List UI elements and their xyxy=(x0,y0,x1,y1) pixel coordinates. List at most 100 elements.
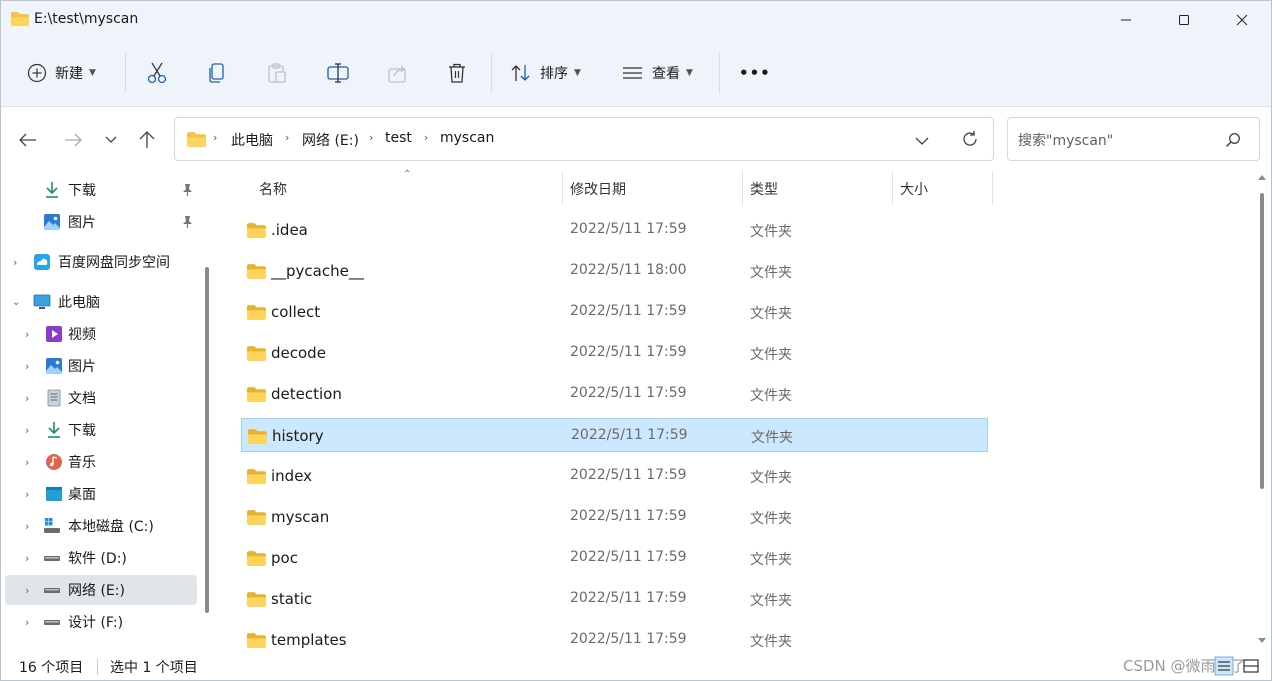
recent-locations-button[interactable] xyxy=(96,125,126,155)
file-row[interactable]: poc 2022/5/11 17:59 文件夹 xyxy=(241,541,988,575)
folder-icon xyxy=(247,223,266,238)
delete-button[interactable] xyxy=(447,55,467,91)
breadcrumb-this-pc[interactable]: 此电脑 xyxy=(231,130,273,150)
chevron-right-icon: › xyxy=(424,131,429,144)
up-button[interactable] xyxy=(132,125,162,155)
chevron-right-icon[interactable]: › xyxy=(25,552,29,565)
column-divider[interactable] xyxy=(562,171,563,205)
sidebar-item-downloads[interactable]: › 下载 xyxy=(5,415,197,445)
sidebar-item-drive-d[interactable]: › 软件 (D:) xyxy=(5,543,197,573)
file-row[interactable]: templates 2022/5/11 17:59 文件夹 xyxy=(241,623,988,657)
copy-button[interactable] xyxy=(207,55,227,91)
sidebar-item-pictures[interactable]: › 图片 xyxy=(5,351,197,381)
scroll-down-icon[interactable] xyxy=(1257,637,1267,645)
sidebar-scrollbar[interactable] xyxy=(205,267,209,613)
file-date: 2022/5/11 17:59 xyxy=(570,590,687,606)
music-icon xyxy=(46,454,62,470)
file-row[interactable]: detection 2022/5/11 17:59 文件夹 xyxy=(241,377,988,411)
breadcrumb-test[interactable]: test xyxy=(385,130,412,146)
file-row[interactable]: history 2022/5/11 17:59 文件夹 xyxy=(241,418,988,452)
sidebar-item-music[interactable]: › 音乐 xyxy=(5,447,197,477)
sidebar-item-label: 网络 (E:) xyxy=(68,583,125,599)
column-header-size[interactable]: 大小 xyxy=(900,179,928,213)
navigation-bar: › 此电脑 › 网络 (E:) › test › myscan 搜索"mysca… xyxy=(1,107,1271,171)
file-type: 文件夹 xyxy=(750,306,792,322)
address-history-dropdown[interactable] xyxy=(915,134,929,150)
details-view-icon[interactable] xyxy=(1214,656,1234,676)
search-input[interactable]: 搜索"myscan" xyxy=(1007,117,1260,161)
chevron-right-icon[interactable]: › xyxy=(25,616,29,629)
chevron-right-icon[interactable]: › xyxy=(13,256,17,269)
folder-icon xyxy=(247,387,266,402)
column-divider[interactable] xyxy=(992,171,993,205)
file-row[interactable]: .idea 2022/5/11 17:59 文件夹 xyxy=(241,213,988,247)
sidebar-item-baidu-sync[interactable]: › 百度网盘同步空间 xyxy=(5,247,197,277)
file-row[interactable]: __pycache__ 2022/5/11 18:00 文件夹 xyxy=(241,254,988,288)
breadcrumb-drive-e[interactable]: 网络 (E:) xyxy=(302,130,359,150)
file-name: detection xyxy=(271,385,342,403)
cut-button[interactable] xyxy=(147,55,167,91)
sidebar-item-drive-e[interactable]: › 网络 (E:) xyxy=(5,575,197,605)
refresh-icon xyxy=(963,131,977,146)
column-header-date[interactable]: 修改日期 xyxy=(570,179,626,213)
file-type: 文件夹 xyxy=(750,552,792,568)
maximize-button[interactable] xyxy=(1155,1,1213,39)
file-name: index xyxy=(271,467,313,485)
address-bar[interactable]: › 此电脑 › 网络 (E:) › test › myscan xyxy=(174,117,994,161)
scroll-up-icon[interactable] xyxy=(1257,173,1267,181)
folder-icon xyxy=(247,469,266,484)
new-button[interactable]: 新建 ▼ xyxy=(27,55,96,91)
paste-button[interactable] xyxy=(267,55,287,91)
file-row[interactable]: decode 2022/5/11 17:59 文件夹 xyxy=(241,336,988,370)
column-header-type[interactable]: 类型 xyxy=(750,179,778,213)
back-button[interactable] xyxy=(13,125,43,155)
sort-button[interactable]: 排序 ▼ xyxy=(510,55,581,91)
chevron-right-icon[interactable]: › xyxy=(25,488,29,501)
share-button[interactable] xyxy=(387,55,409,91)
file-name: history xyxy=(272,427,324,445)
rename-button[interactable] xyxy=(327,55,349,91)
sidebar-item-label: 图片 xyxy=(68,215,96,231)
more-options-button[interactable]: ••• xyxy=(739,55,771,91)
close-button[interactable] xyxy=(1213,1,1271,39)
sidebar-item-downloads-pinned[interactable]: 下载 xyxy=(5,175,197,205)
sidebar-item-label: 软件 (D:) xyxy=(68,551,127,567)
sort-ascending-icon: ⌃ xyxy=(403,169,412,180)
chevron-right-icon[interactable]: › xyxy=(25,392,29,405)
breadcrumb-myscan[interactable]: myscan xyxy=(440,130,494,146)
column-divider[interactable] xyxy=(892,171,893,205)
file-row[interactable]: index 2022/5/11 17:59 文件夹 xyxy=(241,459,988,493)
sidebar-item-this-pc[interactable]: ⌄ 此电脑 xyxy=(5,287,197,317)
refresh-button[interactable] xyxy=(961,130,979,152)
sidebar-item-pictures-pinned[interactable]: 图片 xyxy=(5,207,197,237)
file-row[interactable]: static 2022/5/11 17:59 文件夹 xyxy=(241,582,988,616)
folder-icon xyxy=(247,510,266,525)
drive-icon xyxy=(44,556,60,561)
file-row[interactable]: myscan 2022/5/11 17:59 文件夹 xyxy=(241,500,988,534)
view-button[interactable]: 查看 ▼ xyxy=(622,55,693,91)
column-divider[interactable] xyxy=(742,171,743,205)
sidebar-item-drive-c[interactable]: › 本地磁盘 (C:) xyxy=(5,511,197,541)
chevron-right-icon[interactable]: › xyxy=(25,520,29,533)
chevron-right-icon[interactable]: › xyxy=(25,424,29,437)
chevron-right-icon[interactable]: › xyxy=(25,328,29,341)
sidebar-item-videos[interactable]: › 视频 xyxy=(5,319,197,349)
forward-button[interactable] xyxy=(58,125,88,155)
sidebar-item-documents[interactable]: › 文档 xyxy=(5,383,197,413)
file-name: .idea xyxy=(271,221,308,239)
sidebar-item-drive-f[interactable]: › 设计 (F:) xyxy=(5,607,197,637)
chevron-down-icon[interactable]: ⌄ xyxy=(12,297,20,308)
tiles-view-icon[interactable] xyxy=(1241,656,1261,676)
file-type: 文件夹 xyxy=(750,470,792,486)
file-list-scrollbar[interactable] xyxy=(1260,193,1264,489)
chevron-right-icon[interactable]: › xyxy=(25,360,29,373)
minimize-button[interactable] xyxy=(1097,1,1155,39)
sidebar-item-label: 设计 (F:) xyxy=(68,615,124,631)
chevron-right-icon[interactable]: › xyxy=(25,584,29,597)
file-row[interactable]: collect 2022/5/11 17:59 文件夹 xyxy=(241,295,988,329)
column-header-name[interactable]: 名称 xyxy=(259,179,287,213)
chevron-right-icon[interactable]: › xyxy=(25,456,29,469)
file-date: 2022/5/11 17:59 xyxy=(571,427,688,443)
trash-icon xyxy=(449,63,465,83)
sidebar-item-desktop[interactable]: › 桌面 xyxy=(5,479,197,509)
